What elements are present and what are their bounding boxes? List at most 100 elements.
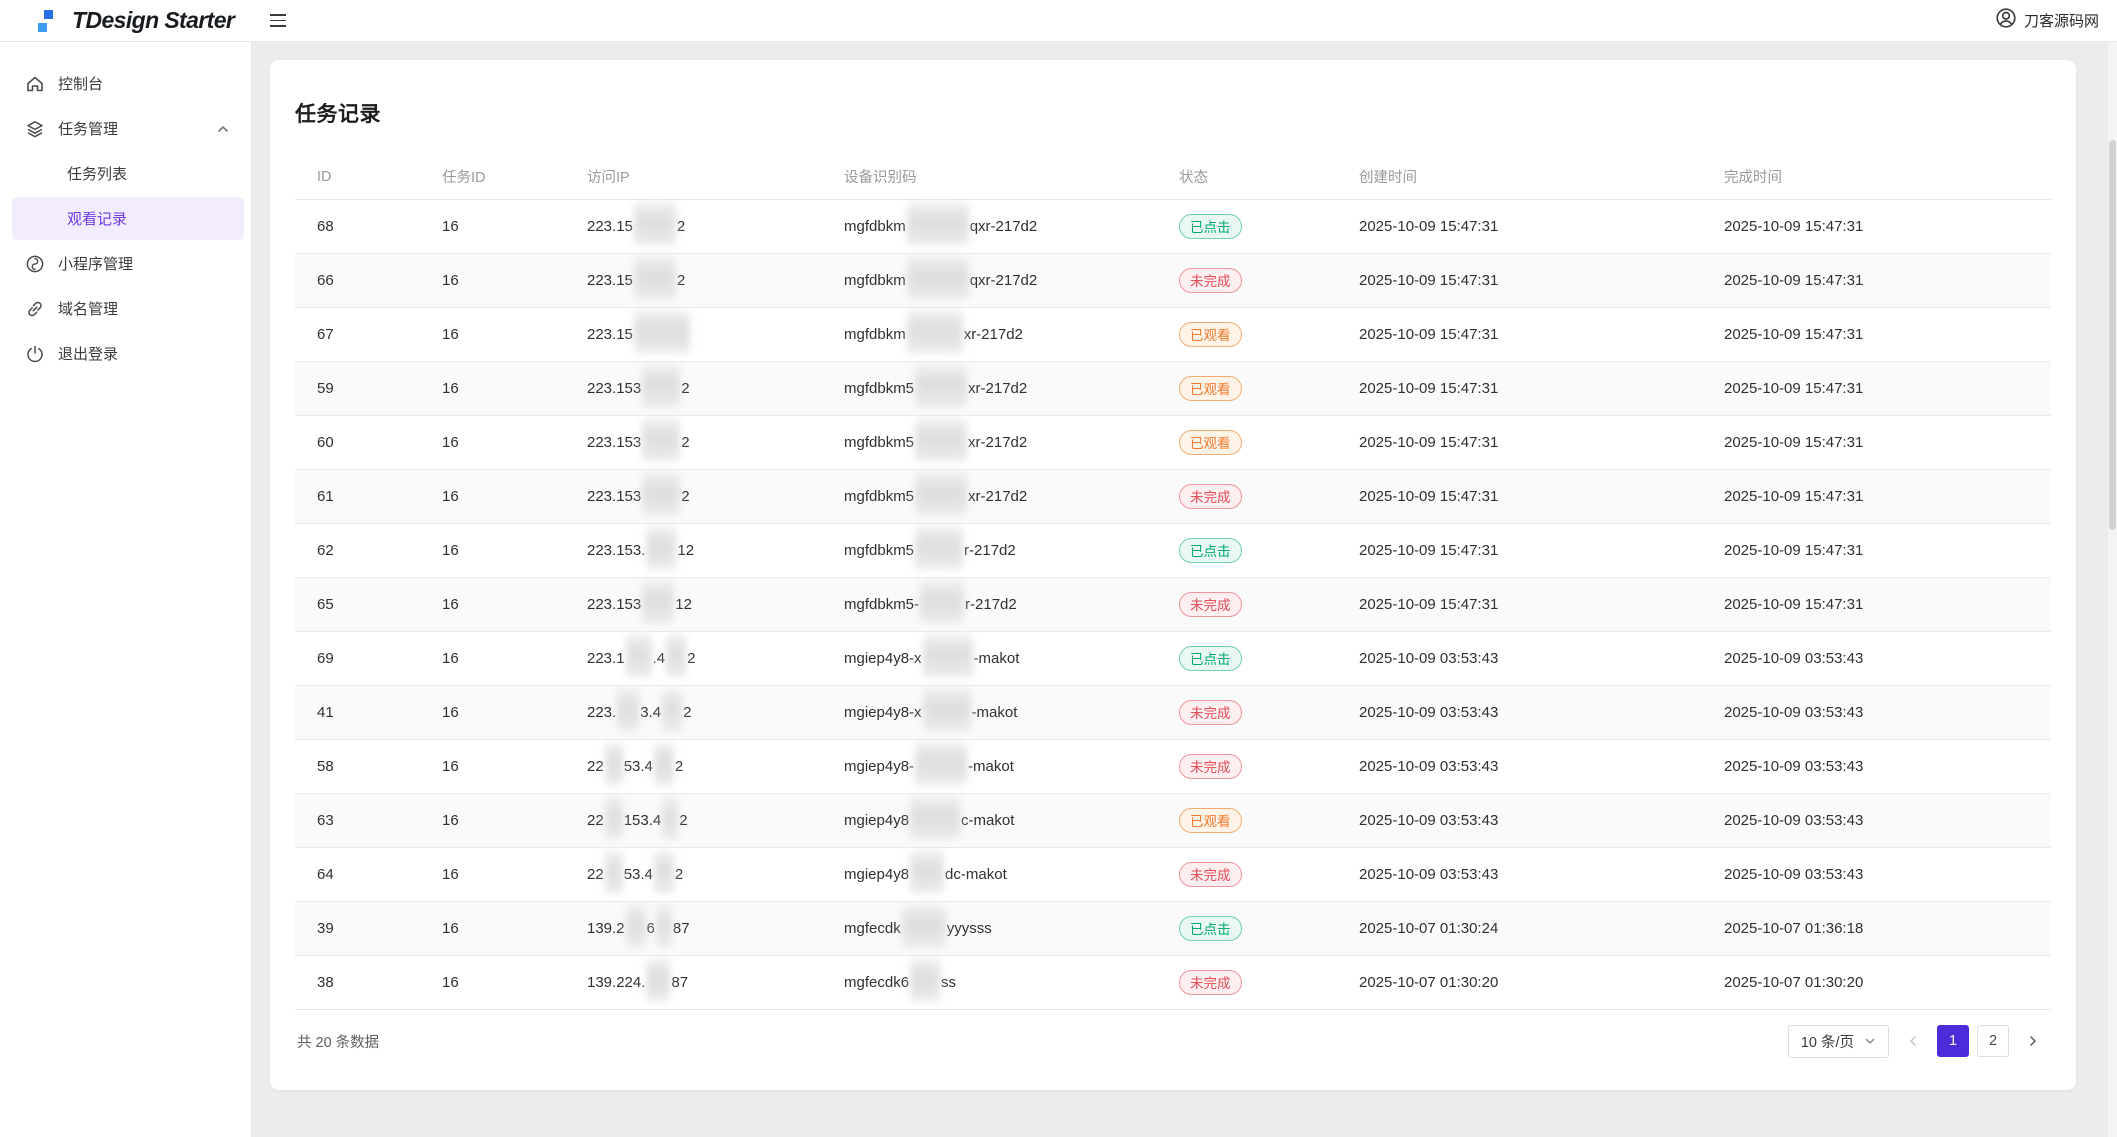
cell-text: 223.153 bbox=[587, 488, 641, 505]
sidebar-item-label: 任务列表 bbox=[67, 163, 127, 184]
cell-id: 62 bbox=[295, 523, 420, 577]
cell-text: mgfdbkm5 bbox=[844, 542, 914, 559]
column-header: 设备识别码 bbox=[822, 155, 1157, 199]
cell-finished-time: 2025-10-09 15:47:31 bbox=[1702, 199, 2051, 253]
cell-status: 已观看 bbox=[1157, 361, 1337, 415]
cell-status: 已观看 bbox=[1157, 415, 1337, 469]
sidebar-item-task-list[interactable]: 任务列表 bbox=[12, 152, 244, 195]
user-menu[interactable]: 刀客源码网 bbox=[1995, 7, 2117, 34]
table-footer: 共 20 条数据 10 条/页 bbox=[295, 1025, 2051, 1058]
table-row: 5916223.1532mgfdbkm5xr-217d2已观看2025-10-0… bbox=[295, 361, 2051, 415]
cell-created-time: 2025-10-07 01:30:20 bbox=[1337, 955, 1702, 1009]
cell-finished-time: 2025-10-09 15:47:31 bbox=[1702, 361, 2051, 415]
cell-finished-time: 2025-10-09 03:53:43 bbox=[1702, 631, 2051, 685]
cell-task-id: 16 bbox=[420, 739, 565, 793]
cell-text: 12 bbox=[675, 596, 692, 613]
cell-id: 58 bbox=[295, 739, 420, 793]
cell-task-id: 16 bbox=[420, 469, 565, 523]
sidebar-item-watch-records[interactable]: 观看记录 bbox=[12, 197, 244, 240]
cell-finished-time: 2025-10-09 15:47:31 bbox=[1702, 523, 2051, 577]
cell-text: -makot bbox=[974, 650, 1020, 667]
cell-text: 223.15 bbox=[587, 272, 633, 289]
cell-task-id: 16 bbox=[420, 253, 565, 307]
cell-device-code: mgfdbkm5-r-217d2 bbox=[822, 577, 1157, 631]
censored-blur bbox=[648, 975, 668, 988]
censored-blur bbox=[912, 867, 942, 880]
collapse-menu-icon[interactable] bbox=[266, 10, 290, 30]
cell-text: mgiep4y8 bbox=[844, 812, 909, 829]
sidebar-item-logout[interactable]: 退出登录 bbox=[12, 332, 244, 375]
page-button-1[interactable]: 1 bbox=[1937, 1025, 1969, 1057]
cell-id: 60 bbox=[295, 415, 420, 469]
cell-ip: 22153.42 bbox=[565, 793, 822, 847]
cell-device-code: mgfdbkmqxr-217d2 bbox=[822, 253, 1157, 307]
table-row: 3816139.224.87mgfecdk6ss未完成2025-10-07 01… bbox=[295, 955, 2051, 1009]
cell-created-time: 2025-10-09 15:47:31 bbox=[1337, 469, 1702, 523]
sidebar-item-domain[interactable]: 域名管理 bbox=[12, 287, 244, 330]
user-avatar-icon bbox=[1995, 7, 2017, 34]
censored-blur bbox=[607, 867, 621, 880]
censored-blur bbox=[644, 381, 678, 394]
table-row: 6916223.1.42mgiep4y8-x-makot已点击2025-10-0… bbox=[295, 631, 2051, 685]
records-table: ID任务ID访问IP设备识别码状态创建时间完成时间 6816223.152mgf… bbox=[295, 155, 2051, 1010]
censored-blur bbox=[644, 435, 678, 448]
cell-text: mgiep4y8-x bbox=[844, 704, 922, 721]
miniprogram-icon bbox=[25, 254, 45, 274]
cell-text: qxr-217d2 bbox=[970, 218, 1038, 235]
sidebar-item-dashboard[interactable]: 控制台 bbox=[12, 62, 244, 105]
vertical-scrollbar[interactable] bbox=[2108, 0, 2117, 1137]
page-button-2[interactable]: 2 bbox=[1977, 1025, 2009, 1057]
cell-id: 38 bbox=[295, 955, 420, 1009]
cell-device-code: mgfdbkmxr-217d2 bbox=[822, 307, 1157, 361]
cell-device-code: mgfdbkm5xr-217d2 bbox=[822, 415, 1157, 469]
cell-text: mgiep4y8 bbox=[844, 866, 909, 883]
next-page-button[interactable] bbox=[2017, 1025, 2049, 1057]
cell-device-code: mgiep4y8--makot bbox=[822, 739, 1157, 793]
table-row: 3916139.2687mgfecdkyyysss已点击2025-10-07 0… bbox=[295, 901, 2051, 955]
cell-text: 6 bbox=[647, 920, 655, 937]
cell-text: 2 bbox=[679, 812, 687, 829]
cell-created-time: 2025-10-09 15:47:31 bbox=[1337, 253, 1702, 307]
censored-blur bbox=[648, 543, 674, 556]
cell-status: 未完成 bbox=[1157, 739, 1337, 793]
scrollbar-thumb[interactable] bbox=[2109, 140, 2116, 530]
status-badge: 未完成 bbox=[1179, 754, 1242, 779]
cell-ip: 223.3.42 bbox=[565, 685, 822, 739]
censored-blur bbox=[636, 219, 674, 232]
censored-blur bbox=[619, 705, 637, 718]
prev-page-button[interactable] bbox=[1897, 1025, 1929, 1057]
censored-blur bbox=[644, 489, 678, 502]
cell-text: 3.4 bbox=[640, 704, 661, 721]
cell-id: 64 bbox=[295, 847, 420, 901]
cell-id: 63 bbox=[295, 793, 420, 847]
censored-blur bbox=[656, 867, 672, 880]
page-size-select[interactable]: 10 条/页 bbox=[1788, 1025, 1889, 1058]
cell-text: mgfdbkm5 bbox=[844, 434, 914, 451]
status-badge: 未完成 bbox=[1179, 592, 1242, 617]
censored-blur bbox=[664, 813, 676, 826]
app-window: TDesign Starter 刀客源码网 控制台 bbox=[0, 0, 2117, 1137]
cell-ip: 2253.42 bbox=[565, 847, 822, 901]
censored-blur bbox=[656, 759, 672, 772]
cell-text: 12 bbox=[677, 542, 694, 559]
sidebar-item-task-management[interactable]: 任务管理 bbox=[12, 107, 244, 150]
sidebar-item-miniprogram[interactable]: 小程序管理 bbox=[12, 242, 244, 285]
cell-text: 53.4 bbox=[624, 866, 653, 883]
cell-status: 已观看 bbox=[1157, 793, 1337, 847]
cell-created-time: 2025-10-09 15:47:31 bbox=[1337, 523, 1702, 577]
table-row: 58162253.42mgiep4y8--makot未完成2025-10-09 … bbox=[295, 739, 2051, 793]
cell-status: 已点击 bbox=[1157, 901, 1337, 955]
cell-text: 223.15 bbox=[587, 218, 633, 235]
cell-status: 未完成 bbox=[1157, 577, 1337, 631]
page-title: 任务记录 bbox=[295, 98, 2051, 128]
cell-ip: 223.152 bbox=[565, 253, 822, 307]
chevron-right-icon bbox=[2026, 1034, 2040, 1048]
cell-device-code: mgfdbkm5r-217d2 bbox=[822, 523, 1157, 577]
cell-id: 69 bbox=[295, 631, 420, 685]
cell-id: 39 bbox=[295, 901, 420, 955]
cell-text: 153.4 bbox=[624, 812, 662, 829]
cell-text: mgfecdk bbox=[844, 920, 901, 937]
cell-text: xr-217d2 bbox=[968, 488, 1027, 505]
table-header: ID任务ID访问IP设备识别码状态创建时间完成时间 bbox=[295, 155, 2051, 199]
cell-finished-time: 2025-10-09 15:47:31 bbox=[1702, 577, 2051, 631]
